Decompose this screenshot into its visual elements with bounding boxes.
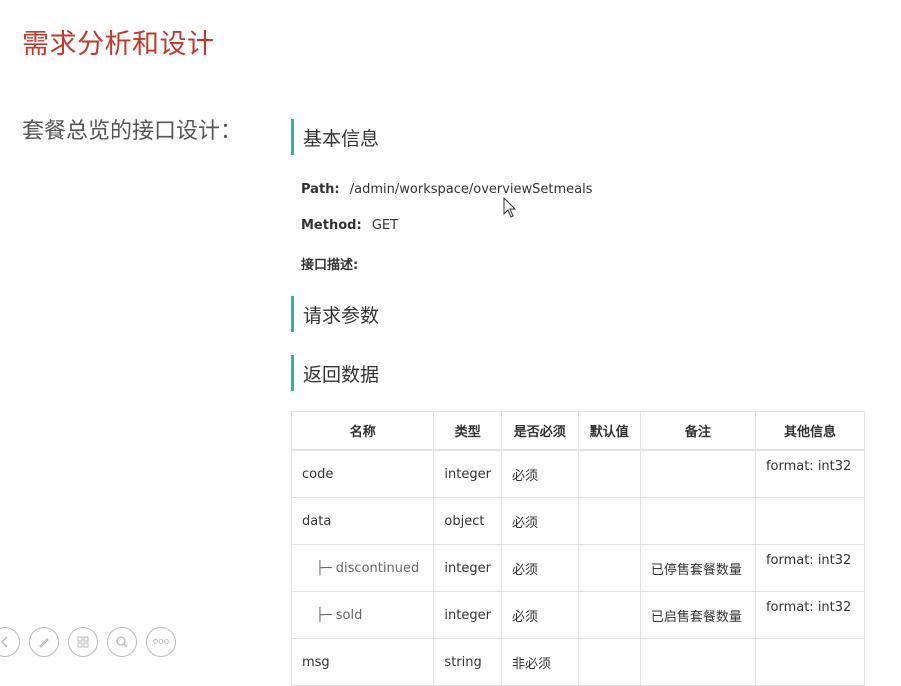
cell-required: 必须 <box>500 544 579 592</box>
cell-required: 必须 <box>500 591 579 639</box>
method-label: Method: <box>301 218 362 233</box>
section-request-params-label: 请求参数 <box>303 304 380 327</box>
path-row: Path: /admin/workspace/overviewSetmeals <box>301 182 593 197</box>
section-response-data-label: 返回数据 <box>303 363 380 386</box>
response-table: 名称 类型 是否必须 默认值 备注 其他信息 code integer 必须 f… <box>290 411 866 686</box>
header-name: 名称 <box>290 411 435 451</box>
cell-default <box>577 638 641 686</box>
table-row: msg string 非必须 <box>290 638 866 686</box>
cell-info: format: int32 <box>754 544 866 592</box>
left-label: 套餐总览的接口设计： <box>22 119 243 144</box>
slideshow-toolbar: ooo <box>0 627 176 657</box>
cell-note <box>639 449 756 498</box>
cell-name: ├─ discontinued <box>290 544 435 592</box>
section-basic-info: 基本信息 <box>291 119 379 155</box>
header-note: 备注 <box>639 411 756 451</box>
header-info: 其他信息 <box>754 411 866 451</box>
section-request-params: 请求参数 <box>291 296 379 332</box>
method-value: GET <box>371 218 399 233</box>
header-required: 是否必须 <box>500 411 579 451</box>
cell-name: msg <box>290 638 435 686</box>
cell-default <box>577 497 641 545</box>
cell-name: code <box>290 449 435 498</box>
zoom-icon[interactable] <box>107 627 137 657</box>
cell-required: 必须 <box>500 497 579 545</box>
path-value: /admin/workspace/overviewSetmeals <box>349 182 593 197</box>
header-type: 类型 <box>433 411 502 451</box>
desc-row: 接口描述: <box>301 254 358 273</box>
method-row: Method: GET <box>301 218 398 233</box>
cell-info: format: int32 <box>754 449 866 498</box>
section-response-data: 返回数据 <box>291 355 379 391</box>
cell-type: integer <box>433 544 502 592</box>
cell-type: string <box>433 638 502 686</box>
table-row: data object 必须 <box>290 497 866 545</box>
cell-note <box>639 497 756 545</box>
header-default: 默认值 <box>577 411 641 451</box>
cell-note: 已启售套餐数量 <box>639 591 756 639</box>
prev-icon[interactable] <box>0 627 20 657</box>
pen-icon[interactable] <box>29 627 59 657</box>
cell-required: 非必须 <box>500 638 579 686</box>
cell-info: format: int32 <box>754 591 866 639</box>
cell-required: 必须 <box>500 449 579 498</box>
cell-type: object <box>433 497 502 545</box>
section-basic-info-label: 基本信息 <box>303 127 380 150</box>
cell-info <box>754 497 866 545</box>
desc-label: 接口描述: <box>301 258 359 273</box>
more-icon[interactable]: ooo <box>146 627 176 657</box>
path-label: Path: <box>301 182 340 197</box>
slide-title: 需求分析和设计 <box>22 29 215 60</box>
cell-name: data <box>290 497 435 545</box>
cell-name: ├─ sold <box>290 591 435 639</box>
table-header-row: 名称 类型 是否必须 默认值 备注 其他信息 <box>290 411 866 451</box>
mouse-cursor-icon <box>503 197 517 218</box>
table-row: code integer 必须 format: int32 <box>290 449 866 498</box>
cell-note <box>639 638 756 686</box>
cell-default <box>577 591 641 639</box>
slides-icon[interactable] <box>68 627 98 657</box>
table-row: ├─ discontinued integer 必须 已停售套餐数量 forma… <box>290 544 866 592</box>
cell-type: integer <box>433 591 502 639</box>
cell-note: 已停售套餐数量 <box>639 544 756 592</box>
cell-type: integer <box>433 449 502 498</box>
cell-default <box>577 449 641 498</box>
cell-info <box>754 638 866 686</box>
table-row: ├─ sold integer 必须 已启售套餐数量 format: int32 <box>290 591 866 639</box>
cell-default <box>577 544 641 592</box>
